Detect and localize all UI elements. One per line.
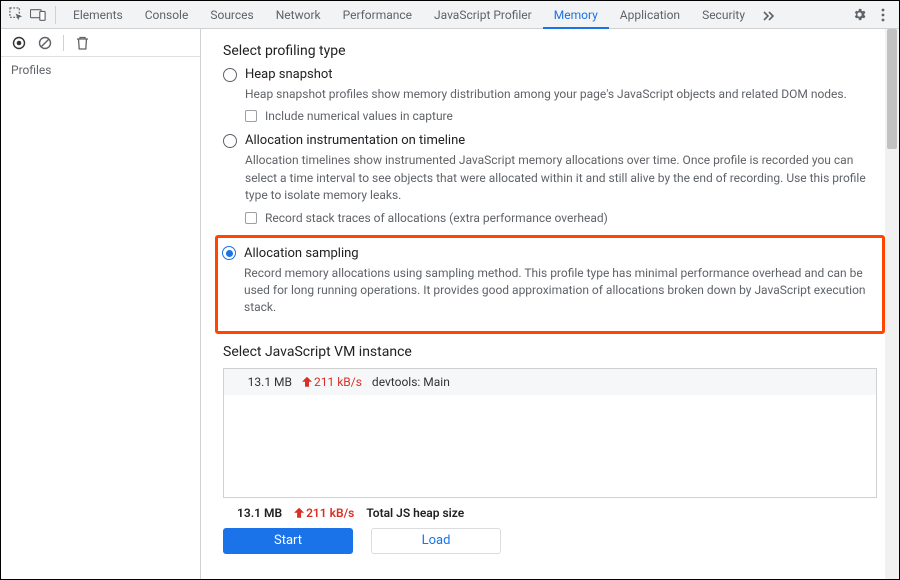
tab-memory[interactable]: Memory [543, 1, 609, 29]
option-heap-snapshot: Heap snapshot Heap snapshot profiles sho… [223, 67, 877, 123]
tab-application[interactable]: Application [609, 1, 691, 29]
devtools-tabbar: ElementsConsoleSourcesNetworkPerformance… [1, 1, 899, 29]
divider [55, 6, 56, 24]
sidebar: Profiles [1, 29, 201, 579]
vm-instance-row[interactable]: 13.1 MB 211 kB/s devtools: Main [224, 369, 876, 395]
checkbox-include-numerical[interactable] [245, 110, 257, 122]
tab-network[interactable]: Network [265, 1, 332, 29]
load-button[interactable]: Load [371, 528, 501, 554]
more-tabs-icon[interactable] [756, 1, 780, 29]
section-profiling-type: Select profiling type [223, 43, 877, 59]
scrollbar[interactable] [885, 29, 899, 579]
option-allocation-timeline: Allocation instrumentation on timeline A… [223, 133, 877, 224]
tab-javascript-profiler[interactable]: JavaScript Profiler [423, 1, 543, 29]
kebab-menu-icon[interactable] [871, 1, 895, 29]
option-title[interactable]: Heap snapshot [245, 67, 333, 82]
radio-heap-snapshot[interactable] [223, 68, 237, 82]
option-desc: Heap snapshot profiles show memory distr… [245, 86, 877, 103]
up-arrow-icon [302, 377, 312, 387]
checkbox-label[interactable]: Record stack traces of allocations (extr… [265, 211, 608, 225]
tab-performance[interactable]: Performance [332, 1, 423, 29]
option-desc: Record memory allocations using sampling… [244, 265, 872, 317]
vm-name: devtools: Main [372, 375, 450, 389]
divider [63, 35, 64, 51]
vm-instance-list: 13.1 MB 211 kB/s devtools: Main [223, 368, 877, 498]
up-arrow-icon [294, 508, 304, 518]
settings-icon[interactable] [847, 1, 871, 29]
option-title[interactable]: Allocation instrumentation on timeline [245, 133, 465, 148]
option-allocation-sampling: Allocation sampling Record memory alloca… [222, 246, 872, 317]
total-label: Total JS heap size [366, 506, 464, 520]
checkbox-record-stack-traces[interactable] [245, 212, 257, 224]
delete-icon[interactable] [74, 35, 90, 51]
radio-allocation-timeline[interactable] [223, 134, 237, 148]
record-icon[interactable] [11, 35, 27, 51]
vm-size: 13.1 MB [238, 375, 292, 389]
device-toggle-icon[interactable] [27, 4, 49, 26]
sidebar-toolbar [1, 29, 200, 57]
scrollbar-thumb[interactable] [887, 29, 897, 149]
tab-elements[interactable]: Elements [62, 1, 134, 29]
radio-allocation-sampling[interactable] [222, 246, 236, 260]
option-desc: Allocation timelines show instrumented J… [245, 152, 877, 204]
totals-row: 13.1 MB 211 kB/s Total JS heap size [223, 498, 877, 528]
button-row: Start Load [223, 528, 877, 554]
total-rate: 211 kB/s [294, 506, 354, 520]
tab-console[interactable]: Console [134, 1, 200, 29]
vm-rate: 211 kB/s [302, 375, 362, 389]
main-panel: Select profiling type Heap snapshot Heap… [201, 29, 899, 579]
total-size: 13.1 MB [237, 506, 282, 520]
inspect-icon[interactable] [5, 4, 27, 26]
section-vm-instance: Select JavaScript VM instance [223, 344, 877, 360]
clear-icon[interactable] [37, 35, 53, 51]
tab-sources[interactable]: Sources [199, 1, 264, 29]
checkbox-label[interactable]: Include numerical values in capture [265, 109, 453, 123]
option-title[interactable]: Allocation sampling [244, 246, 359, 261]
start-button[interactable]: Start [223, 528, 353, 554]
highlighted-option: Allocation sampling Record memory alloca… [215, 235, 885, 334]
sidebar-header: Profiles [1, 57, 200, 83]
tab-security[interactable]: Security [691, 1, 756, 29]
